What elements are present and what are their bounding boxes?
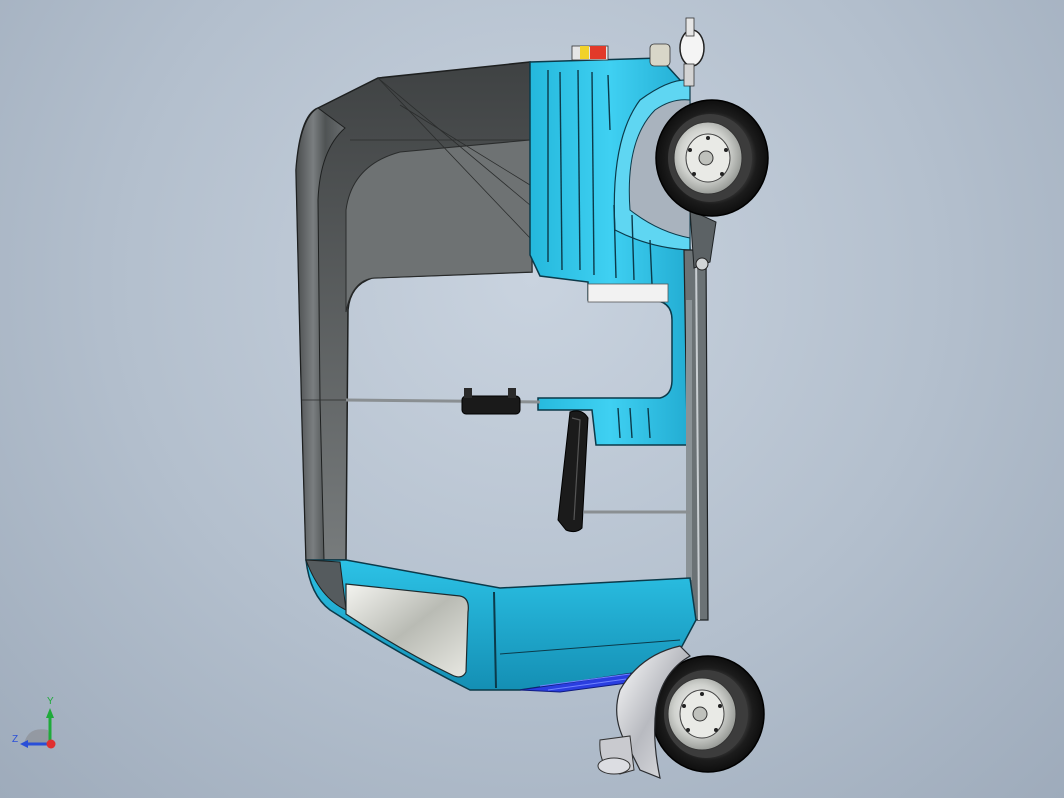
front-body-panel[interactable]: [529, 57, 691, 446]
chassis-frame[interactable]: [683, 249, 709, 621]
front-wheel[interactable]: [655, 99, 769, 217]
model-scene[interactable]: [0, 0, 1064, 798]
z-axis-label: Z: [12, 734, 19, 745]
cad-viewport[interactable]: Y Z: [0, 0, 1064, 798]
y-axis-arrow-icon: [46, 708, 54, 718]
roof-shell[interactable]: [295, 61, 533, 561]
front-suspension[interactable]: [689, 209, 717, 271]
mirror-mount[interactable]: [679, 17, 705, 87]
handle-grip[interactable]: [461, 388, 521, 415]
y-axis-label: Y: [47, 696, 54, 707]
z-axis-arrow-icon: [20, 740, 28, 748]
axis-triad: Y Z: [8, 696, 72, 760]
x-axis-dot-icon: [46, 739, 56, 749]
seat-lever[interactable]: [557, 410, 589, 533]
